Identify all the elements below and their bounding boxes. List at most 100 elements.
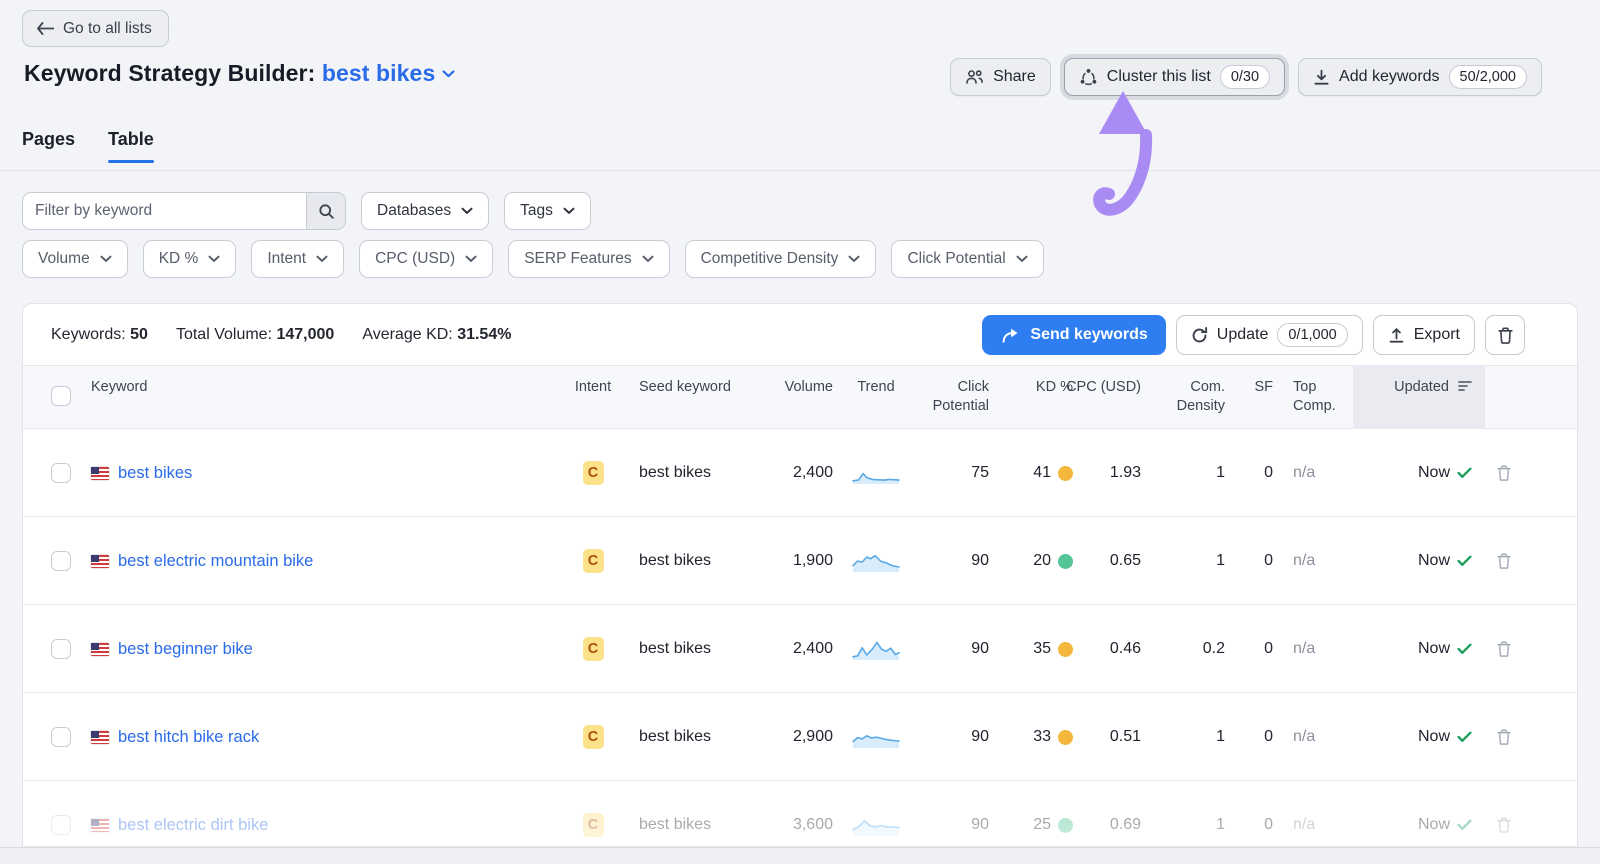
top-comp-value: n/a xyxy=(1293,552,1316,569)
keyword-link[interactable]: best electric mountain bike xyxy=(118,552,313,571)
header-keyword[interactable]: Keyword xyxy=(91,378,521,397)
keyword-link[interactable]: best bikes xyxy=(118,464,192,483)
com-density-value: 1 xyxy=(1216,728,1225,745)
refresh-icon xyxy=(1192,326,1207,342)
intent-badge-commercial: C xyxy=(582,813,604,837)
table-row: best electric mountain bike C best bikes… xyxy=(23,517,1577,605)
us-flag-icon xyxy=(91,730,109,744)
row-checkbox[interactable] xyxy=(51,551,71,571)
go-to-all-lists-button[interactable]: Go to all lists xyxy=(22,10,169,47)
updated-value: Now xyxy=(1417,640,1450,657)
keyword-link[interactable]: best hitch bike rack xyxy=(118,728,259,747)
kd-difficulty-dot xyxy=(1058,817,1073,833)
delete-row-button[interactable] xyxy=(1497,781,1527,846)
send-keywords-button[interactable]: Send keywords xyxy=(982,315,1166,355)
tags-dropdown[interactable]: Tags xyxy=(504,192,591,230)
volume-filter-label: Volume xyxy=(38,250,90,267)
row-checkbox[interactable] xyxy=(51,727,71,747)
share-button[interactable]: Share xyxy=(950,58,1051,96)
keyword-link[interactable]: best beginner bike xyxy=(118,640,253,659)
update-button[interactable]: Update 0/1,000 xyxy=(1175,315,1363,355)
tab-pages[interactable]: Pages xyxy=(22,129,75,163)
row-checkbox[interactable] xyxy=(51,815,71,835)
competitive-density-filter-label: Competitive Density xyxy=(700,250,839,267)
cluster-this-list-button[interactable]: Cluster this list 0/30 xyxy=(1063,58,1286,96)
download-icon xyxy=(1314,69,1329,85)
share-users-icon xyxy=(966,70,983,84)
list-name: best bikes xyxy=(321,60,436,86)
updated-column-highlight xyxy=(1353,366,1485,429)
export-button[interactable]: Export xyxy=(1372,315,1475,355)
page-title: Keyword Strategy Builder: best bikes xyxy=(24,60,455,87)
tab-table[interactable]: Table xyxy=(108,129,154,163)
row-checkbox[interactable] xyxy=(51,463,71,483)
header-com-density[interactable]: Com. Density xyxy=(1149,378,1225,416)
click-potential-filter-dropdown[interactable]: Click Potential xyxy=(891,240,1044,278)
volume-filter-dropdown[interactable]: Volume xyxy=(22,240,128,278)
competitive-density-filter-dropdown[interactable]: Competitive Density xyxy=(684,240,877,278)
row-checkbox[interactable] xyxy=(51,639,71,659)
average-kd: Average KD: 31.54% xyxy=(362,325,512,343)
header-sf[interactable]: SF xyxy=(1235,378,1273,397)
table-row: best hitch bike rack C best bikes 2,900 … xyxy=(23,693,1577,781)
delete-row-button[interactable] xyxy=(1497,693,1527,781)
us-flag-icon xyxy=(91,466,109,480)
databases-dropdown[interactable]: Databases xyxy=(361,192,490,230)
header-updated[interactable]: Updated xyxy=(1353,378,1472,397)
us-flag-icon xyxy=(91,642,109,656)
volume-value: 2,400 xyxy=(792,464,833,481)
header-top-comp[interactable]: Top Comp. xyxy=(1293,378,1351,416)
header-kd[interactable]: KD % xyxy=(991,378,1073,397)
header-intent[interactable]: Intent xyxy=(563,378,623,397)
keyword-filter-input[interactable] xyxy=(23,193,306,229)
header-cpc[interactable]: CPC (USD) xyxy=(1063,378,1141,397)
total-volume: Total Volume: 147,000 xyxy=(175,325,335,343)
export-icon xyxy=(1389,327,1404,343)
tabs-divider xyxy=(0,170,1600,171)
cpc-filter-dropdown[interactable]: CPC (USD) xyxy=(359,240,494,278)
intent-filter-dropdown[interactable]: Intent xyxy=(251,240,345,278)
trend-sparkline xyxy=(852,641,900,660)
click-potential-value: 90 xyxy=(971,816,989,833)
delete-list-button[interactable] xyxy=(1485,315,1525,355)
kd-difficulty-dot xyxy=(1058,729,1073,745)
click-potential-value: 90 xyxy=(971,552,989,569)
volume-value: 2,400 xyxy=(792,640,833,657)
summary-bar: Keywords: 50 Total Volume: 147,000 Avera… xyxy=(23,304,1577,366)
header-click-potential[interactable]: Click Potential xyxy=(903,378,989,416)
table-toolbar: Send keywords Update 0/1,000 Export xyxy=(982,315,1525,355)
header-volume[interactable]: Volume xyxy=(723,378,833,397)
kd-value: 33 xyxy=(1033,728,1051,745)
intent-badge-commercial: C xyxy=(582,725,604,749)
intent-filter-label: Intent xyxy=(267,250,307,267)
keyword-link[interactable]: best electric dirt bike xyxy=(118,816,268,835)
list-name-dropdown[interactable]: best bikes xyxy=(322,60,456,87)
kd-filter-label: KD % xyxy=(158,250,199,267)
kd-difficulty-dot xyxy=(1058,553,1073,569)
header-updated-label: Updated xyxy=(1394,379,1449,395)
click-potential-value: 90 xyxy=(971,640,989,657)
serp-features-filter-dropdown[interactable]: SERP Features xyxy=(508,240,670,278)
trash-icon xyxy=(1497,326,1513,344)
search-button[interactable] xyxy=(306,193,345,229)
trend-sparkline xyxy=(852,472,900,484)
kd-filter-dropdown[interactable]: KD % xyxy=(142,240,237,278)
delete-row-button[interactable] xyxy=(1497,517,1527,605)
back-arrow-icon xyxy=(37,22,54,35)
delete-row-button[interactable] xyxy=(1497,605,1527,693)
check-icon xyxy=(1457,467,1472,478)
kd-value: 25 xyxy=(1033,816,1051,833)
add-keywords-button[interactable]: Add keywords 50/2,000 xyxy=(1298,58,1542,96)
send-arrow-icon xyxy=(1002,328,1018,343)
top-comp-value: n/a xyxy=(1293,640,1316,657)
header-trend[interactable]: Trend xyxy=(849,378,903,397)
chevron-down-icon xyxy=(208,255,220,262)
select-all-checkbox[interactable] xyxy=(51,386,71,406)
kd-difficulty-dot xyxy=(1058,465,1073,481)
cpc-value: 0.51 xyxy=(1109,728,1141,745)
cpc-filter-label: CPC (USD) xyxy=(375,250,456,267)
trash-icon xyxy=(1497,465,1511,481)
header-actions: Share Cluster this list 0/30 Add keyword… xyxy=(950,58,1542,96)
delete-row-button[interactable] xyxy=(1497,429,1527,517)
sort-descending-icon xyxy=(1458,381,1472,391)
